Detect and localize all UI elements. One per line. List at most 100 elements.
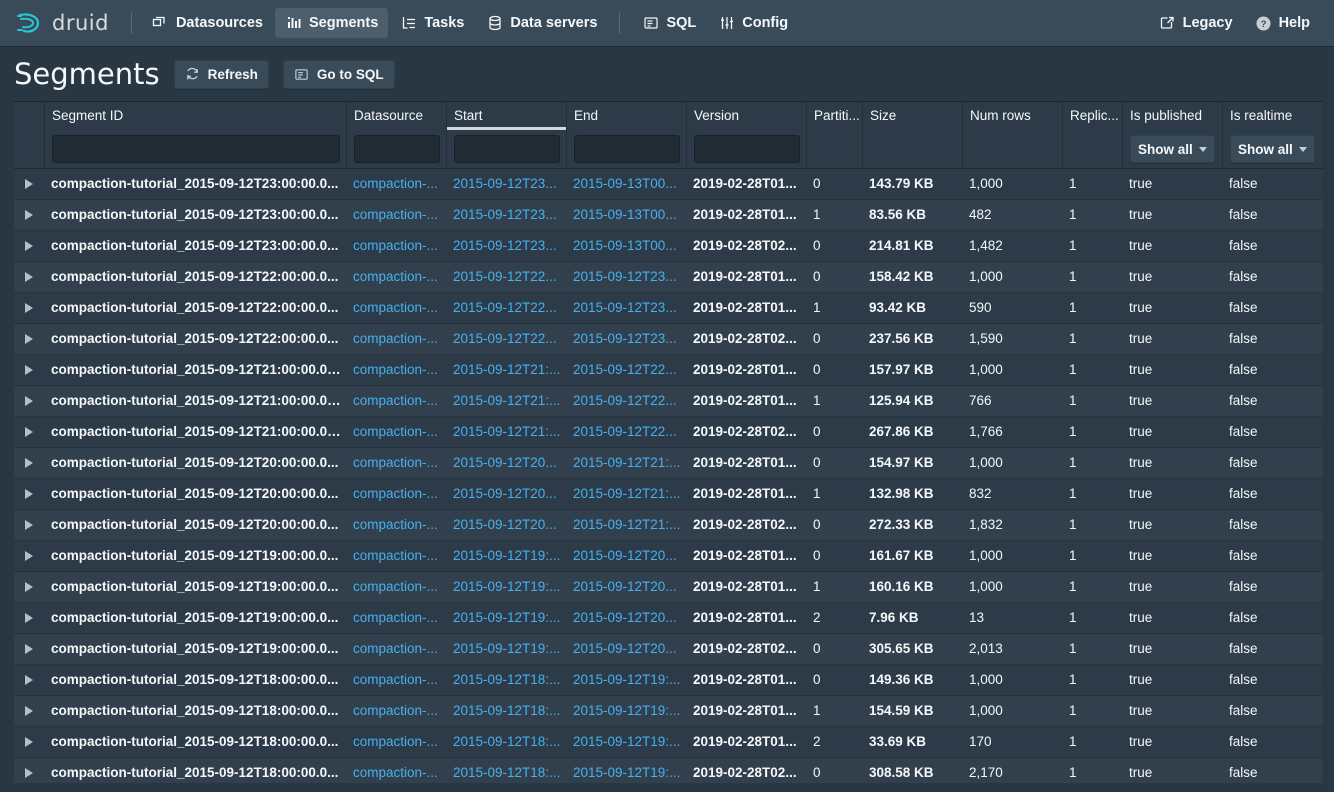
cell-datasource[interactable]: compaction-...: [346, 386, 446, 416]
cell-datasource[interactable]: compaction-...: [346, 417, 446, 447]
table-row[interactable]: compaction-tutorial_2015-09-12T23:00:00.…: [14, 200, 1323, 231]
cell-end[interactable]: 2015-09-12T19:...: [566, 696, 686, 726]
table-row[interactable]: compaction-tutorial_2015-09-12T18:00:00.…: [14, 727, 1323, 758]
row-expander-button[interactable]: [14, 551, 44, 561]
nav-item-config[interactable]: Config: [708, 8, 798, 38]
cell-end[interactable]: 2015-09-12T19:...: [566, 758, 686, 783]
row-expander-button[interactable]: [14, 613, 44, 623]
table-row[interactable]: compaction-tutorial_2015-09-12T19:00:00.…: [14, 541, 1323, 572]
nav-item-legacy[interactable]: Legacy: [1149, 8, 1243, 38]
cell-start[interactable]: 2015-09-12T19:...: [446, 541, 566, 571]
cell-datasource[interactable]: compaction-...: [346, 541, 446, 571]
filter-input-segment-id[interactable]: [52, 135, 340, 163]
row-expander-button[interactable]: [14, 210, 44, 220]
row-expander-button[interactable]: [14, 520, 44, 530]
cell-end[interactable]: 2015-09-12T19:...: [566, 727, 686, 757]
cell-end[interactable]: 2015-09-12T20...: [566, 634, 686, 664]
cell-end[interactable]: 2015-09-13T00...: [566, 169, 686, 199]
filter-input-end[interactable]: [574, 135, 680, 163]
cell-datasource[interactable]: compaction-...: [346, 169, 446, 199]
row-expander-button[interactable]: [14, 675, 44, 685]
table-row[interactable]: compaction-tutorial_2015-09-12T20:00:00.…: [14, 479, 1323, 510]
cell-datasource[interactable]: compaction-...: [346, 665, 446, 695]
cell-start[interactable]: 2015-09-12T18:...: [446, 727, 566, 757]
cell-datasource[interactable]: compaction-...: [346, 293, 446, 323]
cell-end[interactable]: 2015-09-13T00...: [566, 231, 686, 261]
row-expander-button[interactable]: [14, 396, 44, 406]
cell-start[interactable]: 2015-09-12T18:...: [446, 758, 566, 783]
row-expander-button[interactable]: [14, 303, 44, 313]
cell-datasource[interactable]: compaction-...: [346, 727, 446, 757]
row-expander-button[interactable]: [14, 582, 44, 592]
cell-end[interactable]: 2015-09-12T19:...: [566, 665, 686, 695]
cell-datasource[interactable]: compaction-...: [346, 510, 446, 540]
row-expander-button[interactable]: [14, 768, 44, 778]
cell-datasource[interactable]: compaction-...: [346, 634, 446, 664]
cell-datasource[interactable]: compaction-...: [346, 572, 446, 602]
table-row[interactable]: compaction-tutorial_2015-09-12T20:00:00.…: [14, 510, 1323, 541]
cell-end[interactable]: 2015-09-12T21:...: [566, 448, 686, 478]
cell-end[interactable]: 2015-09-12T22...: [566, 417, 686, 447]
column-header-segment-id[interactable]: Segment ID: [44, 102, 346, 130]
column-header-num-rows[interactable]: Num rows: [962, 102, 1062, 130]
table-row[interactable]: compaction-tutorial_2015-09-12T22:00:00.…: [14, 262, 1323, 293]
cell-start[interactable]: 2015-09-12T18:...: [446, 696, 566, 726]
cell-end[interactable]: 2015-09-12T21:...: [566, 479, 686, 509]
table-row[interactable]: compaction-tutorial_2015-09-12T19:00:00.…: [14, 634, 1323, 665]
cell-end[interactable]: 2015-09-12T21:...: [566, 510, 686, 540]
cell-end[interactable]: 2015-09-12T20...: [566, 541, 686, 571]
row-expander-button[interactable]: [14, 179, 44, 189]
row-expander-button[interactable]: [14, 737, 44, 747]
nav-item-help[interactable]: ? Help: [1245, 8, 1320, 38]
table-row[interactable]: compaction-tutorial_2015-09-12T18:00:00.…: [14, 665, 1323, 696]
nav-item-segments[interactable]: Segments: [275, 8, 388, 38]
table-row[interactable]: compaction-tutorial_2015-09-12T21:00:00.…: [14, 355, 1323, 386]
table-row[interactable]: compaction-tutorial_2015-09-12T18:00:00.…: [14, 696, 1323, 727]
table-row[interactable]: compaction-tutorial_2015-09-12T21:00:00.…: [14, 386, 1323, 417]
nav-item-tasks[interactable]: Tasks: [390, 8, 474, 38]
cell-datasource[interactable]: compaction-...: [346, 696, 446, 726]
row-expander-button[interactable]: [14, 489, 44, 499]
cell-start[interactable]: 2015-09-12T18:...: [446, 665, 566, 695]
row-expander-button[interactable]: [14, 241, 44, 251]
cell-datasource[interactable]: compaction-...: [346, 479, 446, 509]
cell-end[interactable]: 2015-09-12T23...: [566, 324, 686, 354]
cell-start[interactable]: 2015-09-12T19:...: [446, 603, 566, 633]
cell-end[interactable]: 2015-09-12T23...: [566, 293, 686, 323]
table-row[interactable]: compaction-tutorial_2015-09-12T19:00:00.…: [14, 572, 1323, 603]
column-header-partition[interactable]: Partiti...: [806, 102, 862, 130]
cell-start[interactable]: 2015-09-12T19:...: [446, 634, 566, 664]
cell-start[interactable]: 2015-09-12T23...: [446, 169, 566, 199]
cell-start[interactable]: 2015-09-12T19:...: [446, 572, 566, 602]
cell-start[interactable]: 2015-09-12T23...: [446, 231, 566, 261]
nav-item-sql[interactable]: SQL: [632, 8, 706, 38]
table-row[interactable]: compaction-tutorial_2015-09-12T23:00:00.…: [14, 169, 1323, 200]
cell-datasource[interactable]: compaction-...: [346, 200, 446, 230]
cell-start[interactable]: 2015-09-12T20...: [446, 448, 566, 478]
column-header-replicas[interactable]: Replic...: [1062, 102, 1122, 130]
cell-end[interactable]: 2015-09-12T23...: [566, 262, 686, 292]
cell-datasource[interactable]: compaction-...: [346, 262, 446, 292]
table-row[interactable]: compaction-tutorial_2015-09-12T22:00:00.…: [14, 324, 1323, 355]
cell-datasource[interactable]: compaction-...: [346, 231, 446, 261]
row-expander-button[interactable]: [14, 427, 44, 437]
row-expander-button[interactable]: [14, 644, 44, 654]
filter-select-is-published[interactable]: Show all: [1130, 135, 1215, 163]
filter-input-start[interactable]: [454, 135, 560, 163]
cell-datasource[interactable]: compaction-...: [346, 355, 446, 385]
refresh-button[interactable]: Refresh: [174, 60, 269, 89]
cell-start[interactable]: 2015-09-12T20...: [446, 510, 566, 540]
go-to-sql-button[interactable]: Go to SQL: [283, 60, 395, 89]
table-row[interactable]: compaction-tutorial_2015-09-12T21:00:00.…: [14, 417, 1323, 448]
cell-start[interactable]: 2015-09-12T23...: [446, 200, 566, 230]
table-row[interactable]: compaction-tutorial_2015-09-12T20:00:00.…: [14, 448, 1323, 479]
column-header-datasource[interactable]: Datasource: [346, 102, 446, 130]
column-header-start[interactable]: Start: [446, 102, 566, 130]
row-expander-button[interactable]: [14, 458, 44, 468]
nav-item-data-servers[interactable]: Data servers: [476, 8, 607, 38]
cell-start[interactable]: 2015-09-12T20...: [446, 479, 566, 509]
cell-end[interactable]: 2015-09-13T00...: [566, 200, 686, 230]
cell-end[interactable]: 2015-09-12T22...: [566, 386, 686, 416]
filter-input-version[interactable]: [694, 135, 800, 163]
cell-start[interactable]: 2015-09-12T21:...: [446, 386, 566, 416]
